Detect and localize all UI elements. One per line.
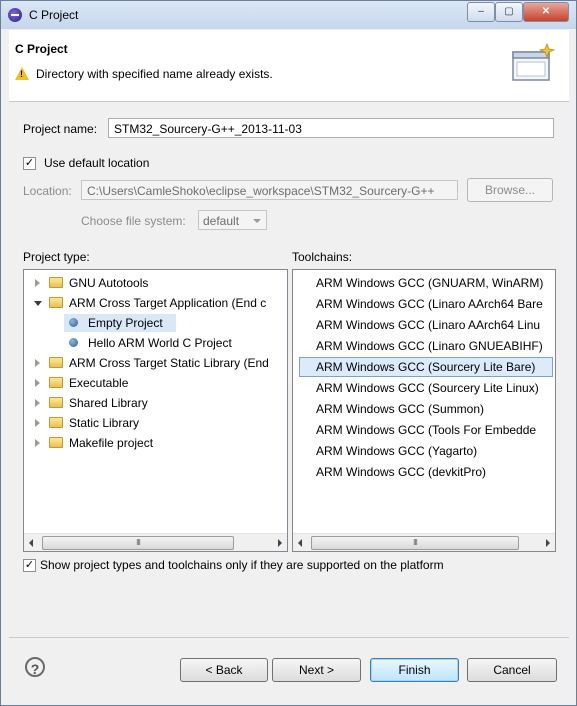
button-bar-separator — [9, 637, 569, 638]
project-name-input[interactable]: STM32_Sourcery-G++_2013-11-03 — [108, 118, 554, 138]
scroll-left-icon[interactable] — [29, 539, 33, 547]
tree-item-shared-library[interactable]: Shared Library — [24, 393, 287, 413]
toolchain-item[interactable]: ARM Windows GCC (Linaro GNUEABIHF) — [293, 336, 555, 356]
location-input[interactable]: C:\Users\CamleShoko\eclipse_workspace\ST… — [81, 180, 458, 200]
toolchain-item[interactable]: ARM Windows GCC (GNUARM, WinARM) — [293, 273, 555, 293]
chevron-down-icon — [253, 219, 261, 223]
maximize-button[interactable]: ▢ — [495, 2, 523, 22]
header-message: Directory with specified name already ex… — [36, 67, 273, 81]
toolchain-item[interactable]: ARM Windows GCC (Summon) — [293, 399, 555, 419]
toolchain-item-selected[interactable]: ARM Windows GCC (Sourcery Lite Bare) — [299, 357, 553, 377]
folder-icon — [49, 437, 63, 448]
page-title: C Project — [15, 42, 68, 56]
title-bar[interactable]: C Project – ▢ ✕ — [1, 1, 576, 29]
toolchain-item[interactable]: ARM Windows GCC (Yagarto) — [293, 441, 555, 461]
folder-icon — [49, 377, 63, 388]
scroll-thumb[interactable]: III — [42, 536, 234, 550]
next-button[interactable]: Next > — [272, 658, 361, 682]
tree-item-arm-cross-target-static-library[interactable]: ARM Cross Target Static Library (End — [24, 353, 287, 373]
finish-button[interactable]: Finish — [370, 658, 459, 682]
expand-arrow-icon[interactable] — [35, 419, 40, 427]
expand-arrow-icon[interactable] — [35, 439, 40, 447]
folder-open-icon — [49, 297, 63, 308]
minimize-button[interactable]: – — [467, 2, 495, 22]
cancel-button[interactable]: Cancel — [467, 658, 557, 682]
location-label: Location: — [23, 184, 72, 198]
folder-icon — [49, 417, 63, 428]
use-default-location-checkbox[interactable]: ✓ — [23, 157, 36, 170]
file-system-select[interactable]: default — [198, 210, 267, 230]
tree-item-gnu-autotools[interactable]: GNU Autotools — [24, 273, 287, 293]
scroll-right-icon[interactable] — [278, 539, 282, 547]
project-type-hscrollbar[interactable]: III — [24, 533, 287, 551]
tree-item-executable[interactable]: Executable — [24, 373, 287, 393]
toolchain-item[interactable]: ARM Windows GCC (Linaro AArch64 Linu — [293, 315, 555, 335]
toolchain-item[interactable]: ARM Windows GCC (Linaro AArch64 Bare — [293, 294, 555, 314]
wizard-header: C Project ! Directory with specified nam… — [9, 30, 569, 102]
warning-icon: ! — [15, 67, 29, 80]
tree-item-makefile-project[interactable]: Makefile project — [24, 433, 287, 453]
new-project-wizard-icon — [512, 42, 556, 81]
file-system-label: Choose file system: — [81, 214, 186, 228]
project-template-icon — [69, 318, 78, 327]
window-title: C Project — [29, 8, 79, 22]
expand-arrow-icon[interactable] — [35, 379, 40, 387]
folder-icon — [49, 357, 63, 368]
collapse-arrow-icon[interactable] — [34, 301, 42, 306]
expand-arrow-icon[interactable] — [35, 279, 40, 287]
show-supported-label: Show project types and toolchains only i… — [40, 558, 444, 572]
scroll-left-icon[interactable] — [298, 539, 302, 547]
toolchains-hscrollbar[interactable]: III — [293, 533, 555, 551]
show-supported-checkbox[interactable]: ✓ — [23, 559, 36, 572]
expand-arrow-icon[interactable] — [35, 399, 40, 407]
tree-item-static-library[interactable]: Static Library — [24, 413, 287, 433]
scroll-thumb[interactable]: III — [311, 536, 519, 550]
folder-icon — [49, 277, 63, 288]
project-name-label: Project name: — [23, 122, 98, 136]
c-project-dialog: C Project – ▢ ✕ C Project ! Directory wi… — [0, 0, 577, 706]
folder-icon — [49, 397, 63, 408]
scroll-right-icon[interactable] — [546, 539, 550, 547]
toolchain-item[interactable]: ARM Windows GCC (Sourcery Lite Linux) — [293, 378, 555, 398]
use-default-location-label: Use default location — [44, 156, 150, 170]
tree-item-hello-arm-world[interactable]: Hello ARM World C Project — [64, 333, 284, 353]
project-type-tree[interactable]: GNU Autotools ARM Cross Target Applicati… — [23, 269, 288, 552]
expand-arrow-icon[interactable] — [35, 359, 40, 367]
toolchain-item[interactable]: ARM Windows GCC (Tools For Embedde — [293, 420, 555, 440]
eclipse-icon — [8, 8, 22, 22]
toolchains-label: Toolchains: — [292, 250, 353, 264]
toolchains-list[interactable]: ARM Windows GCC (GNUARM, WinARM) ARM Win… — [292, 269, 556, 552]
tree-item-empty-project[interactable]: Empty Project — [64, 313, 176, 333]
project-type-label: Project type: — [23, 250, 90, 264]
browse-button[interactable]: Browse... — [467, 178, 553, 202]
toolchain-item[interactable]: ARM Windows GCC (devkitPro) — [293, 462, 555, 482]
close-button[interactable]: ✕ — [523, 2, 569, 22]
project-template-icon — [69, 338, 78, 347]
tree-item-arm-cross-target-application[interactable]: ARM Cross Target Application (End c — [24, 293, 287, 313]
back-button[interactable]: < Back — [180, 658, 268, 682]
help-icon[interactable]: ? — [25, 657, 45, 677]
file-system-value: default — [203, 214, 240, 228]
